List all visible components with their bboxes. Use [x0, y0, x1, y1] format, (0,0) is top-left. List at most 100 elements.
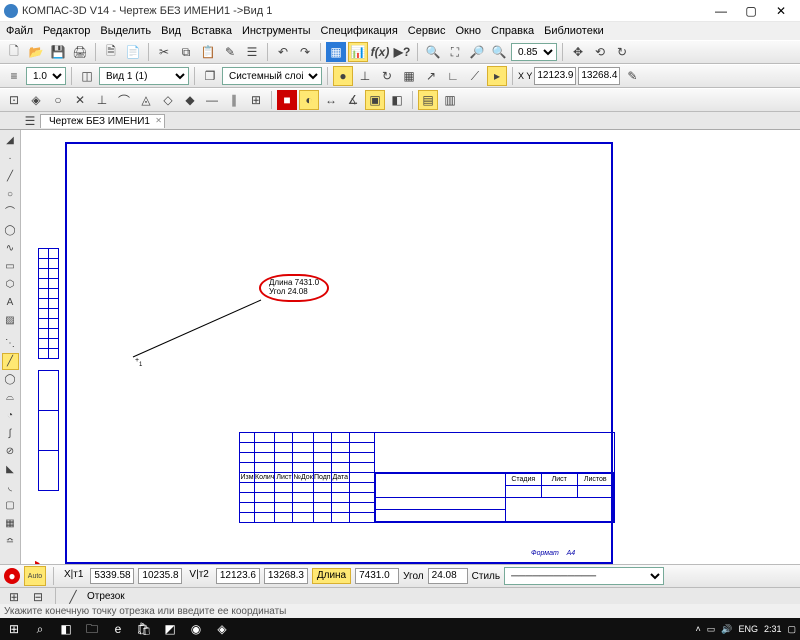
- tool-rect2-icon[interactable]: ▢: [2, 497, 19, 514]
- snap-node-icon[interactable]: ◇: [158, 90, 178, 110]
- menu-insert[interactable]: Вставка: [191, 25, 232, 37]
- edge-icon[interactable]: e: [108, 620, 128, 638]
- coord-icon[interactable]: ∟: [443, 66, 463, 86]
- tool-segment-icon[interactable]: ╱: [2, 353, 19, 370]
- menu-spec[interactable]: Спецификация: [321, 25, 398, 37]
- tool-eq-icon[interactable]: ≏: [2, 533, 19, 550]
- zoom-window-icon[interactable]: 🔎: [467, 42, 487, 62]
- tool-break-icon[interactable]: ⊘: [2, 443, 19, 460]
- tool-rect-icon[interactable]: ▭: [2, 258, 19, 275]
- snap-cen-icon[interactable]: ○: [48, 90, 68, 110]
- tool-bezier-icon[interactable]: ∫: [2, 425, 19, 442]
- preview-icon[interactable]: 🗎: [101, 42, 121, 62]
- ang-icon[interactable]: ∡: [343, 90, 363, 110]
- layers-icon[interactable]: ❐: [200, 66, 220, 86]
- snap-perp-icon[interactable]: ⊥: [92, 90, 112, 110]
- y2-field[interactable]: 13268.3: [264, 568, 308, 584]
- coord-y[interactable]: 13268.4: [578, 67, 620, 85]
- menu-edit[interactable]: Редактор: [43, 25, 90, 37]
- tray-vol-icon[interactable]: 🔊: [721, 624, 732, 635]
- tray-up-icon[interactable]: ˄: [695, 624, 700, 634]
- props-icon[interactable]: ☰: [242, 42, 262, 62]
- print-icon[interactable]: 🖨: [70, 42, 90, 62]
- snap-ins-icon[interactable]: ⊞: [246, 90, 266, 110]
- doc-icon[interactable]: 📄: [123, 42, 143, 62]
- stop-button[interactable]: ●: [4, 568, 20, 584]
- snap-near-icon[interactable]: ◬: [136, 90, 156, 110]
- refresh-icon[interactable]: ↻: [612, 42, 632, 62]
- brush-icon[interactable]: ✎: [220, 42, 240, 62]
- tool-arc-icon[interactable]: ⌒: [2, 204, 19, 221]
- redo-icon[interactable]: ↷: [295, 42, 315, 62]
- document-tab[interactable]: Чертеж БЕЗ ИМЕНИ1 ✕: [40, 114, 165, 128]
- menu-window[interactable]: Окно: [455, 25, 481, 37]
- param1-icon[interactable]: ▤: [418, 90, 438, 110]
- minimize-button[interactable]: —: [706, 1, 736, 21]
- zoom-fit-icon[interactable]: ⛶: [445, 42, 465, 62]
- snap-ext-icon[interactable]: —: [202, 90, 222, 110]
- explorer-icon[interactable]: 🗀: [82, 620, 102, 638]
- snap-par-icon[interactable]: ∥: [224, 90, 244, 110]
- zoom-in-icon[interactable]: 🔍: [423, 42, 443, 62]
- tool-spline-icon[interactable]: ∿: [2, 240, 19, 257]
- fx-icon[interactable]: f(x): [370, 42, 390, 62]
- kompas-task-icon[interactable]: ◈: [212, 620, 232, 638]
- view-combo[interactable]: Вид 1 (1): [99, 67, 189, 85]
- polar-icon[interactable]: ⟋: [465, 66, 485, 86]
- layer-combo[interactable]: Системный слой (0): [222, 67, 322, 85]
- tray-notif-icon[interactable]: ▢: [787, 624, 796, 635]
- tray-lang[interactable]: ENG: [738, 624, 758, 634]
- layer-icon[interactable]: ◫: [77, 66, 97, 86]
- app1-icon[interactable]: ◩: [160, 620, 180, 638]
- tool-ellipse-icon[interactable]: ◯: [2, 222, 19, 239]
- tool-chamfer-icon[interactable]: ◣: [2, 461, 19, 478]
- zoom-out-icon[interactable]: 🔍: [489, 42, 509, 62]
- grid2-icon[interactable]: ▦: [399, 66, 419, 86]
- tab-menu-icon[interactable]: ☰: [22, 114, 38, 128]
- tab-close-icon[interactable]: ✕: [155, 116, 162, 125]
- lock-icon[interactable]: ▣: [365, 90, 385, 110]
- x2-field[interactable]: 12123.6: [216, 568, 260, 584]
- help-icon[interactable]: ▶?: [392, 42, 412, 62]
- search-icon[interactable]: ⌕: [30, 620, 50, 638]
- menu-help[interactable]: Справка: [491, 25, 534, 37]
- length-field[interactable]: 7431.0: [355, 568, 399, 584]
- undo-icon[interactable]: ↶: [273, 42, 293, 62]
- chrome-icon[interactable]: ◉: [186, 620, 206, 638]
- x1-field[interactable]: 5339.58: [90, 568, 134, 584]
- tool-circle2-icon[interactable]: ◯: [2, 371, 19, 388]
- pan-icon[interactable]: ✥: [568, 42, 588, 62]
- vars-icon[interactable]: 📊: [348, 42, 368, 62]
- menu-lib[interactable]: Библиотеки: [544, 25, 604, 37]
- maximize-button[interactable]: ▢: [736, 1, 766, 21]
- snap-toggle-icon[interactable]: ●: [333, 66, 353, 86]
- menu-select[interactable]: Выделить: [100, 25, 151, 37]
- stop-icon[interactable]: ■: [277, 90, 297, 110]
- close-button[interactable]: ✕: [766, 1, 796, 21]
- paste-icon[interactable]: 📋: [198, 42, 218, 62]
- store-icon[interactable]: 🛍: [134, 620, 154, 638]
- tool-circle-icon[interactable]: ○: [2, 186, 19, 203]
- angle-field[interactable]: 24.08: [428, 568, 468, 584]
- menu-tools[interactable]: Инструменты: [242, 25, 311, 37]
- auto1-icon[interactable]: ◐: [299, 90, 319, 110]
- snap-int-icon[interactable]: ✕: [70, 90, 90, 110]
- tool-text-icon[interactable]: A: [2, 294, 19, 311]
- tool-poly-icon[interactable]: ⬡: [2, 276, 19, 293]
- menu-file[interactable]: Файл: [6, 25, 33, 37]
- param2-icon[interactable]: ▥: [440, 90, 460, 110]
- y1-field[interactable]: 10235.8: [138, 568, 182, 584]
- tool-arc2-icon[interactable]: ⌓: [2, 389, 19, 406]
- scale-combo[interactable]: 1.0: [26, 67, 66, 85]
- tool-table-icon[interactable]: ▦: [2, 515, 19, 532]
- new-icon[interactable]: 🗋: [4, 42, 24, 62]
- snap-end-icon[interactable]: ⊡: [4, 90, 24, 110]
- start-icon[interactable]: ⊞: [4, 620, 24, 638]
- coord-x[interactable]: 12123.9: [534, 67, 576, 85]
- cut-icon[interactable]: ✂: [154, 42, 174, 62]
- tool-ell2-icon[interactable]: ◔: [2, 407, 19, 424]
- copy-icon[interactable]: ⧉: [176, 42, 196, 62]
- auto-button[interactable]: Auto: [24, 566, 46, 586]
- tool-aux-icon[interactable]: ⋱: [2, 335, 19, 352]
- rebuild-icon[interactable]: ⟲: [590, 42, 610, 62]
